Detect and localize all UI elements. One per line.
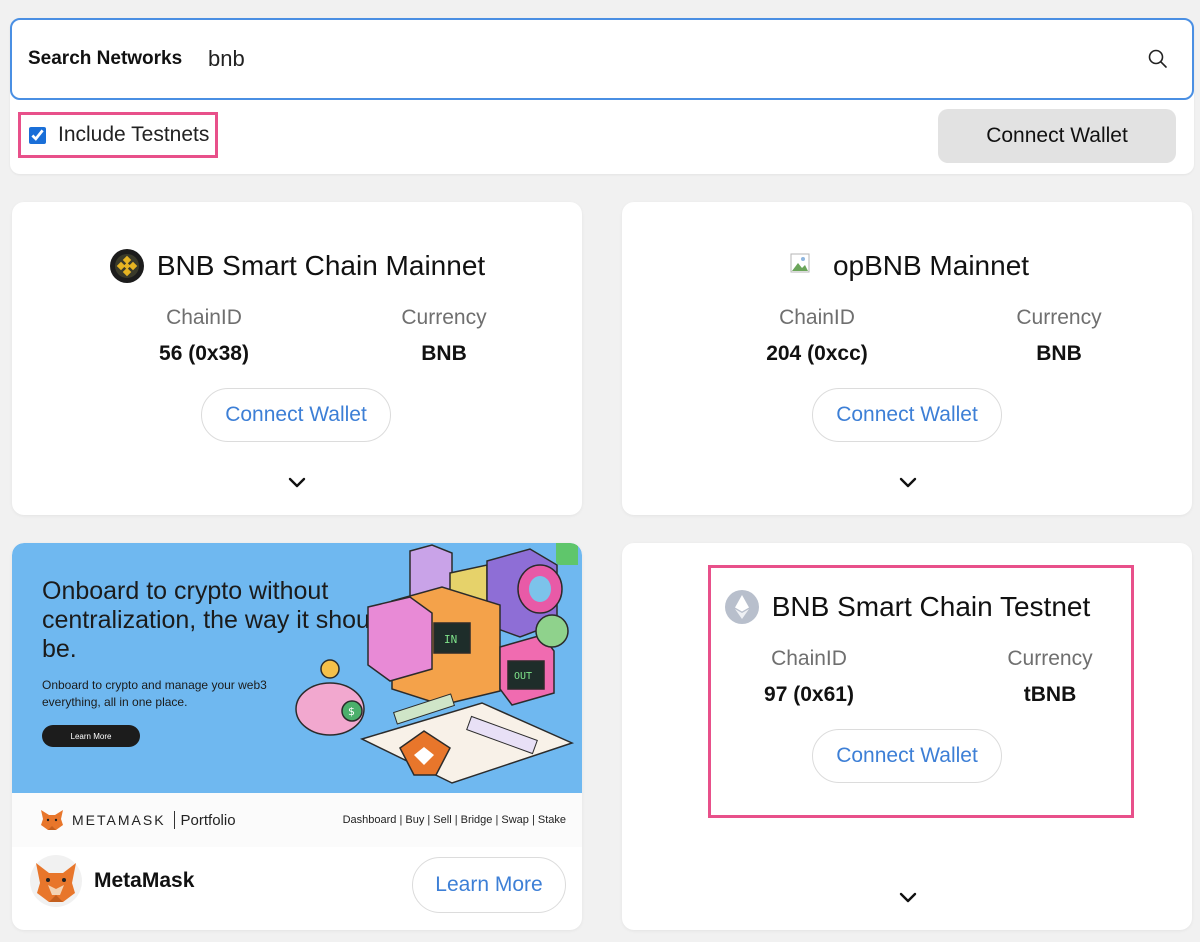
chevron-down-icon[interactable] (896, 885, 920, 909)
currency-stat: Currency tBNB (950, 647, 1150, 707)
broken-image-icon (785, 248, 821, 284)
ad-card: Onboard to crypto without centralization… (12, 543, 582, 930)
currency-value: BNB (1036, 342, 1082, 365)
portfolio-label: Portfolio (180, 811, 236, 829)
search-icon[interactable] (1138, 39, 1178, 79)
connect-wallet-button[interactable]: Connect Wallet (201, 388, 391, 442)
network-title: BNB Smart Chain Testnet (622, 589, 1192, 625)
include-testnets-toggle[interactable]: Include Testnets (18, 112, 219, 158)
svg-text:IN: IN (444, 633, 457, 646)
chainid-label: ChainID (166, 306, 242, 329)
search-panel: Search Networks Include Testnets Connect… (10, 18, 1194, 174)
network-card-bnb-testnet: BNB Smart Chain Testnet ChainID 97 (0x61… (622, 543, 1192, 930)
bnb-logo-icon (109, 248, 145, 284)
currency-label: Currency (1007, 647, 1093, 670)
chainid-value: 56 (0x38) (159, 342, 249, 365)
learn-more-button[interactable]: Learn More (412, 857, 566, 913)
currency-label: Currency (401, 306, 487, 329)
svg-text:$: $ (348, 705, 355, 718)
svg-text:OUT: OUT (514, 671, 532, 682)
currency-value: BNB (421, 342, 467, 365)
connect-wallet-button[interactable]: Connect Wallet (812, 729, 1002, 783)
currency-stat: Currency BNB (959, 306, 1159, 366)
network-card-opbnb-mainnet: opBNB Mainnet ChainID 204 (0xcc) Currenc… (622, 202, 1192, 515)
chevron-down-icon[interactable] (896, 470, 920, 494)
network-name: opBNB Mainnet (832, 250, 1030, 281)
metamask-wordmark: METAMASK (72, 812, 166, 828)
currency-stat: Currency BNB (344, 306, 544, 366)
metamask-fox-icon (40, 809, 64, 831)
network-card-bnb-mainnet: BNB Smart Chain Mainnet ChainID 56 (0x38… (12, 202, 582, 515)
include-testnets-checkbox[interactable] (29, 126, 46, 144)
chainid-value: 204 (0xcc) (766, 342, 868, 365)
connect-wallet-button[interactable]: Connect Wallet (938, 109, 1176, 163)
ad-links: Dashboard | Buy | Sell | Bridge | Swap |… (342, 814, 566, 826)
ad-learn-more-button[interactable]: Learn More (42, 725, 140, 747)
search-bar: Search Networks (10, 18, 1194, 100)
metamask-avatar-icon (30, 855, 82, 907)
connect-wallet-button[interactable]: Connect Wallet (812, 388, 1002, 442)
chevron-down-icon[interactable] (285, 470, 309, 494)
divider (173, 811, 175, 829)
ethereum-logo-icon (724, 589, 760, 625)
chainid-stat: ChainID 97 (0x61) (709, 647, 909, 707)
chainid-stat: ChainID 56 (0x38) (104, 306, 304, 366)
sponsor-row: MetaMask (30, 855, 194, 907)
network-name: BNB Smart Chain Mainnet (156, 250, 486, 281)
search-label: Search Networks (28, 48, 183, 69)
ad-footer: METAMASK Portfolio Dashboard | Buy | Sel… (12, 793, 582, 847)
network-title: opBNB Mainnet (622, 248, 1192, 284)
chainid-stat: ChainID 204 (0xcc) (717, 306, 917, 366)
network-name: BNB Smart Chain Testnet (771, 591, 1091, 622)
chainid-label: ChainID (779, 306, 855, 329)
currency-value: tBNB (1023, 683, 1077, 706)
include-testnets-label: Include Testnets (58, 123, 210, 146)
currency-label: Currency (1016, 306, 1102, 329)
chainid-label: ChainID (771, 647, 847, 670)
ad-subtext: Onboard to crypto and manage your web3 e… (42, 678, 267, 709)
ad-badge-icon (556, 543, 578, 565)
search-input[interactable] (208, 46, 1138, 72)
sponsor-name: MetaMask (94, 869, 195, 892)
ad-illustration: IN OUT $ (295, 544, 575, 784)
chainid-value: 97 (0x61) (764, 683, 854, 706)
network-title: BNB Smart Chain Mainnet (12, 248, 582, 284)
ad-banner[interactable]: Onboard to crypto without centralization… (12, 543, 582, 793)
